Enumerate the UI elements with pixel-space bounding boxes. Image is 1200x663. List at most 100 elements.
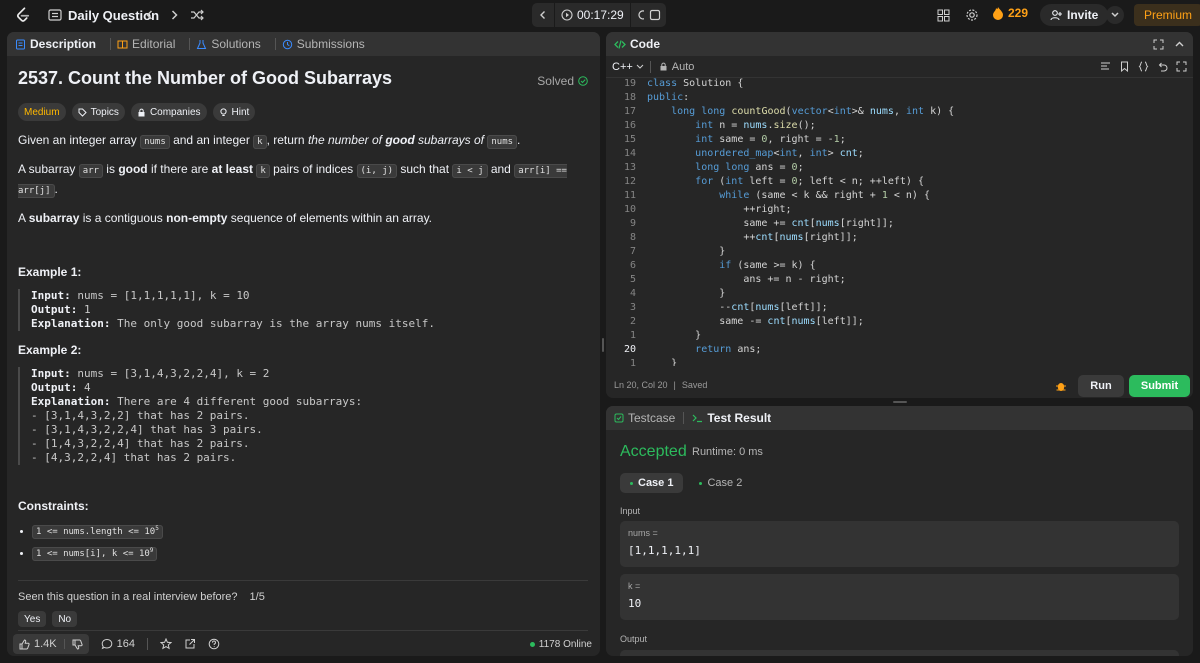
code-line[interactable]: 13 long long ans = 0; <box>606 162 1193 176</box>
code-line[interactable]: 20 return ans; <box>606 344 1193 358</box>
settings-button[interactable] <box>965 6 979 24</box>
code-line[interactable]: 12 for (int left = 0; left < n; ++left) … <box>606 176 1193 190</box>
debugger-icon[interactable] <box>1055 380 1067 392</box>
code-line[interactable]: 5 ans += n - right; <box>606 274 1193 288</box>
expand-icon[interactable] <box>1153 39 1164 50</box>
editor-tools <box>1100 61 1187 72</box>
tab-description[interactable]: Description <box>15 37 96 51</box>
flask-icon <box>197 39 207 49</box>
tab-code[interactable]: Code <box>614 37 660 51</box>
timer[interactable]: 00:17:29 <box>555 3 631 27</box>
chevron-down-icon <box>636 64 644 69</box>
undo-icon[interactable] <box>1157 61 1168 72</box>
line-code: same -= cnt[nums[left]]; <box>647 316 864 327</box>
text-span: sequence of elements within an array. <box>227 211 433 225</box>
vertical-resize-handle[interactable] <box>602 338 604 352</box>
tab-test-result[interactable]: Test Result <box>692 411 771 425</box>
code-line[interactable]: 19 class Solution { <box>606 78 1193 92</box>
code-line[interactable]: 17 long long countGood(vector<int>& nums… <box>606 106 1193 120</box>
random-question-button[interactable] <box>190 6 204 24</box>
code-line[interactable]: 11 while (same < k && right + 1 < n) { <box>606 190 1193 204</box>
line-number: 18 <box>623 92 636 103</box>
thumbs-up-icon[interactable] <box>19 638 30 650</box>
help-icon[interactable] <box>208 638 220 650</box>
leetcode-logo-icon[interactable] <box>14 6 32 24</box>
horizontal-resize-handle[interactable] <box>893 401 907 403</box>
grid-layout-icon <box>937 9 950 21</box>
case-tab-1[interactable]: Case 1 <box>620 473 684 493</box>
code-line[interactable]: 10 ++right; <box>606 204 1193 218</box>
code-line[interactable]: 3 --cnt[nums[left]]; <box>606 302 1193 316</box>
share-icon[interactable] <box>184 638 196 650</box>
line-code: } <box>647 288 726 299</box>
prev-question-button[interactable] <box>144 6 156 24</box>
text-span: and <box>487 162 515 176</box>
chevron-right-icon <box>171 10 178 20</box>
constraints-list: 1 <= nums.length <= 105 1 <= nums[i], k … <box>32 525 588 561</box>
format-icon[interactable] <box>1100 61 1111 72</box>
tab-editorial[interactable]: Editorial <box>117 37 175 51</box>
case-tab-2[interactable]: Case 2 <box>689 473 752 493</box>
constraint-text: 1 <= nums[i], k <= 10 <box>36 549 150 559</box>
fullscreen-icon[interactable] <box>1176 61 1187 72</box>
invite-button[interactable]: Invite <box>1040 4 1109 26</box>
footer-divider <box>147 638 148 650</box>
next-question-button[interactable] <box>168 6 180 24</box>
streak-counter[interactable]: 229 <box>992 6 1028 20</box>
hint-chip[interactable]: Hint <box>212 103 256 121</box>
language-select[interactable]: C++ <box>612 61 644 73</box>
notes-button[interactable] <box>644 3 666 27</box>
code-line[interactable]: 8 ++cnt[nums[right]]; <box>606 232 1193 246</box>
example-2-title: Example 2: <box>18 343 82 357</box>
section-divider <box>18 580 588 581</box>
chevron-up-icon[interactable] <box>1174 39 1185 50</box>
description-footer: 1.4K 164 <box>7 632 600 656</box>
submit-button[interactable]: Submit <box>1129 375 1190 397</box>
code-line[interactable]: 18 public: <box>606 92 1193 106</box>
check-circle-icon <box>578 76 588 86</box>
line-number: 7 <box>629 246 636 257</box>
tab-submissions[interactable]: Submissions <box>282 37 365 51</box>
comments-button[interactable]: 164 <box>101 638 135 650</box>
tab-testcase[interactable]: Testcase <box>614 411 675 425</box>
thumbs-down-icon[interactable] <box>72 639 83 650</box>
braces-icon[interactable] <box>1138 61 1149 72</box>
code-editor[interactable]: 19 class Solution {18 public: 17 long long … <box>606 78 1193 366</box>
timer-value: 00:17:29 <box>577 8 624 22</box>
yes-button[interactable]: Yes <box>18 611 47 627</box>
field-name: nums = <box>628 528 658 538</box>
code-line[interactable]: 7 } <box>606 246 1193 260</box>
code-line[interactable]: 16 int n = nums.size(); <box>606 120 1193 134</box>
line-code: ans += n - right; <box>647 274 846 285</box>
example-input: nums = [1,1,1,1,1], k = 10 <box>70 289 250 302</box>
code-line[interactable]: 15 int same = 0, right = -1; <box>606 134 1193 148</box>
run-button[interactable]: Run <box>1078 375 1124 397</box>
avatar[interactable] <box>1106 6 1124 24</box>
code-line[interactable]: 1 } <box>606 358 1193 366</box>
companies-chip[interactable]: Companies <box>130 103 207 121</box>
list-icon <box>48 9 62 21</box>
bookmark-icon[interactable] <box>1119 61 1130 72</box>
code-line[interactable]: 2 same -= cnt[nums[left]]; <box>606 316 1193 330</box>
timer-collapse-button[interactable] <box>532 3 555 27</box>
star-icon[interactable] <box>160 638 172 650</box>
save-status: Saved <box>681 380 708 390</box>
premium-button[interactable]: Premium <box>1134 4 1200 26</box>
code-line[interactable]: 6 if (same >= k) { <box>606 260 1193 274</box>
code-line[interactable]: 9 same += cnt[nums[right]]; <box>606 218 1193 232</box>
problem-title[interactable]: 2537. Count the Number of Good Subarrays <box>18 68 588 89</box>
code-line[interactable]: 1 } <box>606 330 1193 344</box>
code-line[interactable]: 4 } <box>606 288 1193 302</box>
layout-button[interactable] <box>937 6 950 24</box>
topics-chip[interactable]: Topics <box>71 103 125 121</box>
tab-solutions[interactable]: Solutions <box>196 37 261 51</box>
auto-mode-toggle[interactable]: Auto <box>659 61 694 73</box>
line-number: 14 <box>623 148 636 159</box>
daily-question-title[interactable]: Daily Question <box>48 6 159 24</box>
field-value[interactable]: [1,1,1,1,1] <box>628 544 1171 557</box>
field-value[interactable]: 10 <box>628 597 1171 610</box>
bold-text: at least <box>211 162 254 176</box>
code-line[interactable]: 14 unordered_map<int, int> cnt; <box>606 148 1193 162</box>
text-span: is <box>102 162 119 176</box>
no-button[interactable]: No <box>52 611 78 627</box>
